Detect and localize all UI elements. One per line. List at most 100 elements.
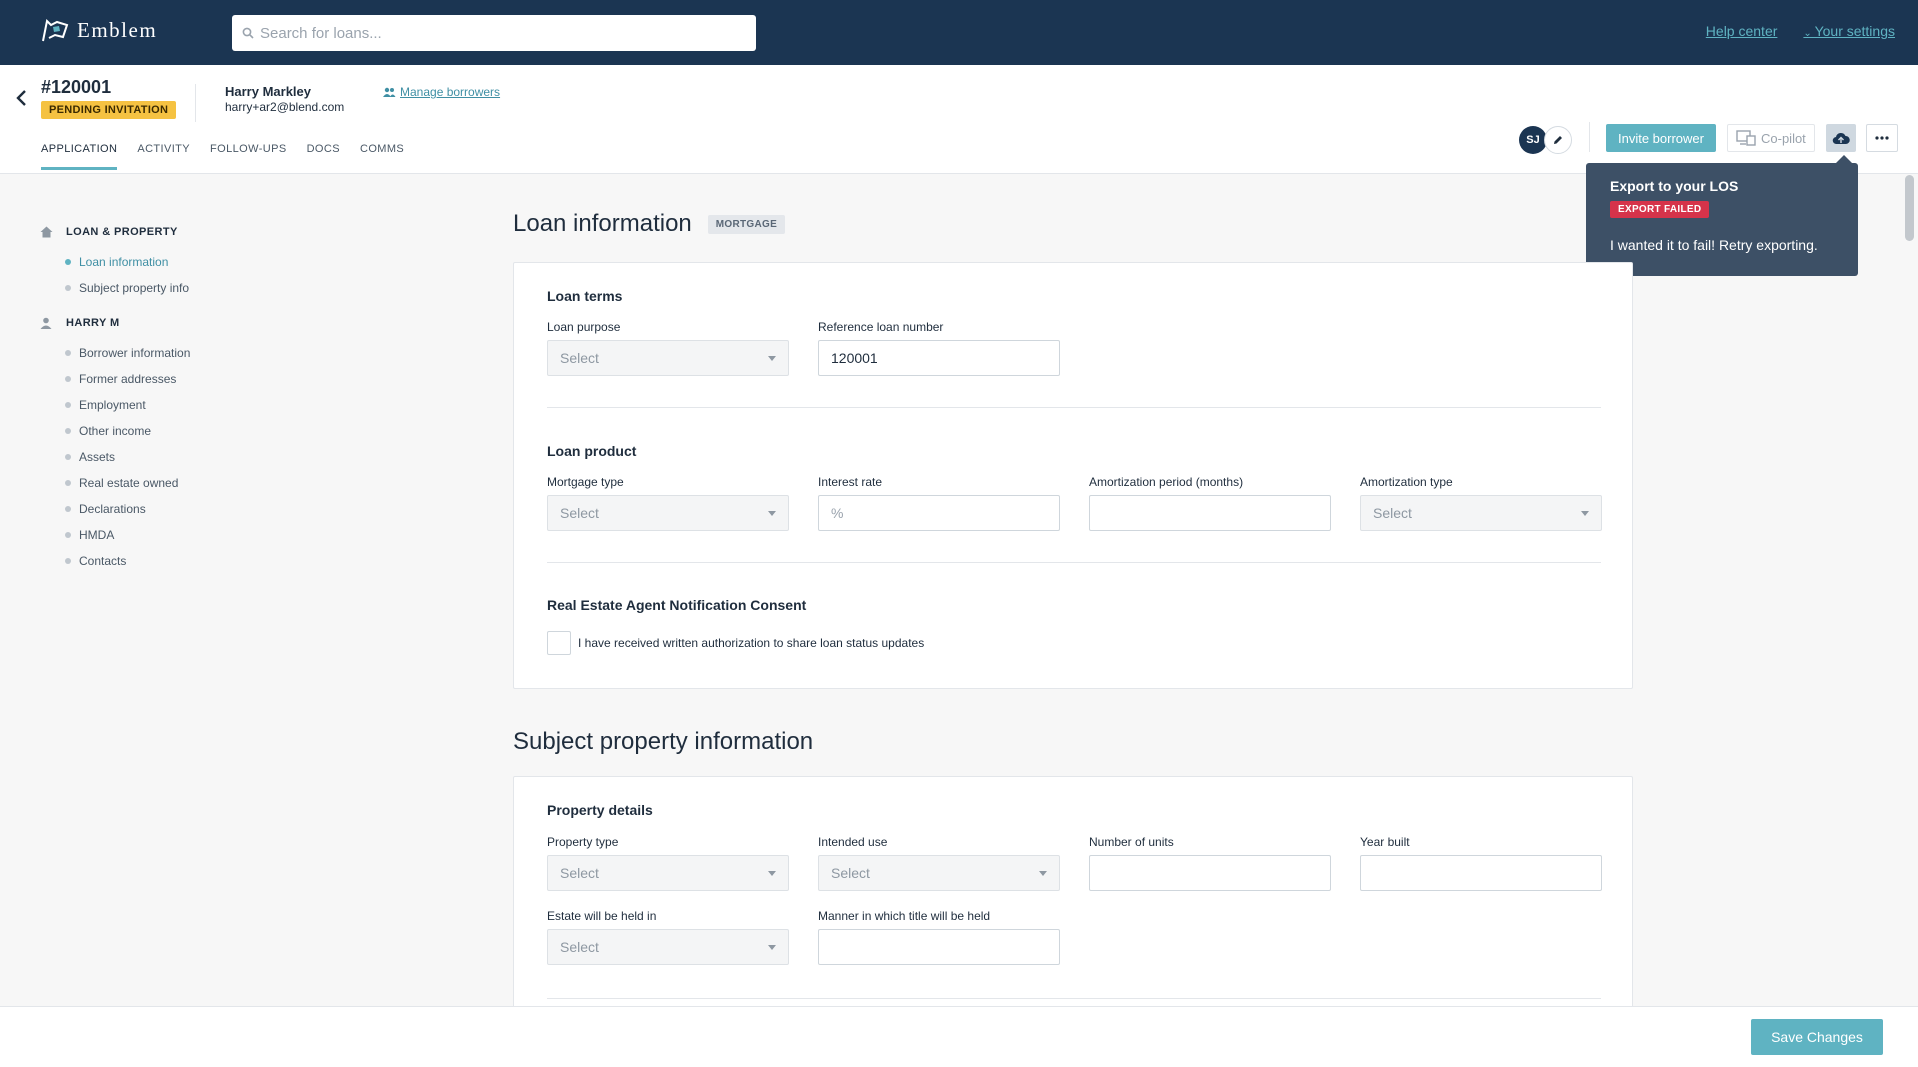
loan-purpose-select[interactable]: Select (547, 340, 789, 376)
tab-follow-ups[interactable]: FOLLOW-UPS (210, 143, 287, 170)
people-icon (383, 87, 396, 97)
search-icon (242, 27, 254, 39)
your-settings-link[interactable]: ⌄ Your settings (1803, 23, 1895, 39)
status-badge: PENDING INVITATION (41, 101, 177, 119)
sidebar-section-loan-property[interactable]: LOAN & PROPERTY (40, 224, 340, 240)
loan-id: #120001 (41, 77, 112, 97)
sidebar-item-label: Former addresses (79, 372, 177, 386)
amortization-type-label: Amortization type (1360, 475, 1453, 489)
borrower-name: Harry Markley (225, 84, 311, 99)
bullet-dot (65, 428, 71, 434)
export-los-button[interactable] (1826, 124, 1856, 152)
sidebar-item-real-estate-owned[interactable]: Real estate owned (40, 470, 340, 496)
sidebar-item-declarations[interactable]: Declarations (40, 496, 340, 522)
borrower-email: harry+ar2@blend.com (225, 100, 345, 114)
person-icon (40, 317, 52, 329)
loan-product-heading: Loan product (547, 443, 637, 459)
mortgage-type-label: Mortgage type (547, 475, 624, 489)
title-manner-input[interactable] (818, 929, 1060, 965)
number-of-units-input[interactable] (1089, 855, 1331, 891)
interest-rate-label: Interest rate (818, 475, 883, 489)
screen-share-icon (1736, 130, 1756, 146)
property-type-label: Property type (547, 835, 619, 849)
sidebar-item-assets[interactable]: Assets (40, 444, 340, 470)
sidebar-item-loan-information[interactable]: Loan information (40, 249, 340, 275)
copilot-button[interactable]: Co-pilot (1727, 124, 1815, 152)
amortization-type-select[interactable]: Select (1360, 495, 1602, 531)
copilot-label: Co-pilot (1761, 130, 1806, 146)
number-of-units-label: Number of units (1089, 835, 1174, 849)
section-divider (547, 998, 1601, 999)
search-input[interactable] (260, 24, 740, 42)
brand-logo[interactable]: Emblem (41, 18, 157, 43)
invite-borrower-button[interactable]: Invite borrower (1606, 124, 1716, 152)
reference-loan-number-label: Reference loan number (818, 320, 944, 334)
section-divider (547, 562, 1601, 563)
intended-use-select[interactable]: Select (818, 855, 1060, 891)
sidebar-item-other-income[interactable]: Other income (40, 418, 340, 444)
title-manner-label: Manner in which title will be held (818, 909, 991, 923)
sidebar-item-employment[interactable]: Employment (40, 392, 340, 418)
sidebar-item-borrower-information[interactable]: Borrower information (40, 340, 340, 366)
sidebar-item-former-addresses[interactable]: Former addresses (40, 366, 340, 392)
sidebar-item-label: Subject property info (79, 281, 190, 295)
interest-rate-input[interactable]: % (818, 495, 1060, 531)
tab-comms[interactable]: COMMS (360, 143, 404, 170)
loan-terms-heading: Loan terms (547, 288, 623, 304)
property-type-select[interactable]: Select (547, 855, 789, 891)
sidebar-item-label: Real estate owned (79, 476, 179, 490)
bullet-dot (65, 506, 71, 512)
loan-tabs: APPLICATION ACTIVITY FOLLOW-UPS DOCS COM… (41, 143, 404, 170)
manage-borrowers-label: Manage borrowers (400, 85, 501, 99)
popover-message[interactable]: I wanted it to fail! Retry exporting. (1610, 237, 1834, 253)
property-details-card: Property details Property type Select In… (513, 776, 1633, 1016)
amortization-period-label: Amortization period (months) (1089, 475, 1244, 489)
amortization-period-input[interactable] (1089, 495, 1331, 531)
loan-information-heading-row: Loan information MORTGAGE (513, 210, 1633, 238)
consent-checkbox[interactable] (547, 631, 571, 655)
sidebar-section-title: LOAN & PROPERTY (66, 226, 178, 238)
sidebar-item-hmda[interactable]: HMDA (40, 522, 340, 548)
sidebar-section-harry-m[interactable]: HARRY M (40, 315, 340, 331)
save-footer: Save Changes (0, 1006, 1918, 1067)
tab-activity[interactable]: ACTIVITY (137, 143, 190, 170)
pencil-icon (1554, 136, 1562, 144)
help-center-link[interactable]: Help center (1706, 23, 1778, 39)
tab-application[interactable]: APPLICATION (41, 143, 118, 170)
back-arrow-icon[interactable] (14, 88, 30, 108)
more-horizontal-icon (1875, 136, 1889, 140)
sidebar-item-label: Assets (79, 450, 116, 464)
edit-assignee-button[interactable] (1544, 126, 1572, 154)
sidebar-section-title: HARRY M (66, 317, 120, 329)
save-changes-button[interactable]: Save Changes (1751, 1019, 1883, 1055)
page-scrollbar[interactable] (1905, 175, 1914, 241)
tab-docs[interactable]: DOCS (307, 143, 340, 170)
sidebar-item-label: Other income (79, 424, 152, 438)
subject-property-title: Subject property information (513, 728, 814, 755)
section-sidebar: LOAN & PROPERTY Loan information Subject… (40, 224, 340, 574)
loan-information-card: Loan terms Loan purpose Select Reference… (513, 262, 1633, 689)
manage-borrowers-link[interactable]: Manage borrowers (382, 85, 500, 99)
section-divider (547, 407, 1601, 408)
sidebar-item-label: Loan information (79, 255, 169, 269)
intended-use-label: Intended use (818, 835, 888, 849)
sidebar-item-label: Contacts (79, 554, 127, 568)
sidebar-item-contacts[interactable]: Contacts (40, 548, 340, 574)
reference-loan-number-input[interactable]: 120001 (818, 340, 1060, 376)
sidebar-item-label: Employment (79, 398, 146, 412)
page-title: Loan information (513, 210, 692, 237)
consent-checkbox-label[interactable]: I have received written authorization to… (578, 636, 924, 650)
avatar[interactable]: SJ (1519, 126, 1547, 154)
year-built-input[interactable] (1360, 855, 1602, 891)
popover-title: Export to your LOS (1610, 178, 1739, 194)
loan-search-bar[interactable] (232, 15, 756, 51)
sidebar-item-subject-property-info[interactable]: Subject property info (40, 275, 340, 301)
mortgage-type-select[interactable]: Select (547, 495, 789, 531)
more-options-button[interactable] (1866, 124, 1898, 152)
estate-held-select[interactable]: Select (547, 929, 789, 965)
sidebar-item-label: Borrower information (79, 346, 191, 360)
toolbar-divider (1589, 122, 1590, 152)
flag-logo-icon (42, 18, 69, 41)
bullet-dot (65, 259, 71, 265)
top-navigation-bar: Emblem Help center ⌄ Your settings (0, 0, 1918, 65)
